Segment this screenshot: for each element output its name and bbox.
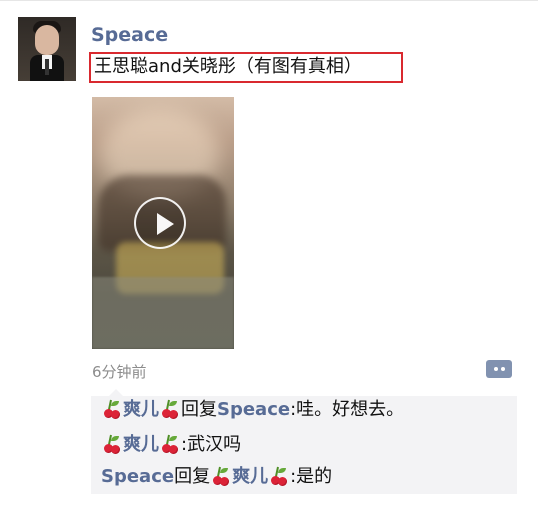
comment-target[interactable]: Speace [217, 396, 290, 424]
cherry-icon [269, 466, 289, 487]
cherry-icon [160, 434, 180, 455]
comment-row: 爽儿 回复 Speace : 哇。好想去。 [101, 396, 404, 424]
more-icon[interactable] [486, 360, 512, 378]
avatar[interactable] [18, 17, 76, 81]
cherry-icon [211, 466, 231, 487]
reply-word: 回复 [174, 466, 211, 487]
comment-text: 武汉吗 [187, 434, 242, 455]
video-foreground [92, 277, 234, 349]
more-dot-2 [501, 367, 505, 371]
cherry-icon [160, 399, 180, 420]
comments-section: 爽儿 : 武汉吗 Speace 回复 爽儿 : 是的 爽儿 回复 Speace … [91, 389, 517, 494]
comment-text: 是的 [296, 466, 333, 487]
avatar-face [35, 25, 59, 55]
video-thumbnail[interactable] [92, 97, 234, 349]
comment-row: 爽儿 : 武汉吗 [101, 431, 241, 459]
comment-row: Speace 回复 爽儿 : 是的 [101, 463, 332, 491]
post-text: 王思聪and关晓彤（有图有真相） [94, 56, 362, 77]
top-divider [0, 0, 538, 1]
comment-user[interactable]: 爽儿 [123, 396, 159, 424]
moments-post-screen: Speace 王思聪and关晓彤（有图有真相） 6分钟前 爽儿 : 武汉吗 Sp… [0, 0, 538, 513]
cherry-icon [102, 399, 122, 420]
comment-user[interactable]: 爽儿 [123, 431, 159, 459]
comment-target[interactable]: 爽儿 [232, 463, 268, 491]
play-icon[interactable] [134, 197, 186, 249]
comment-text: 哇。好想去。 [296, 399, 405, 420]
more-dot-1 [494, 367, 498, 371]
reply-word: 回复 [181, 399, 217, 420]
post-time: 6分钟前 [92, 363, 147, 381]
cherry-icon [102, 434, 122, 455]
post-author-name[interactable]: Speace [91, 22, 168, 48]
comment-speaker[interactable]: Speace [101, 463, 174, 491]
avatar-tie [45, 59, 49, 75]
comments-notch [109, 389, 123, 396]
